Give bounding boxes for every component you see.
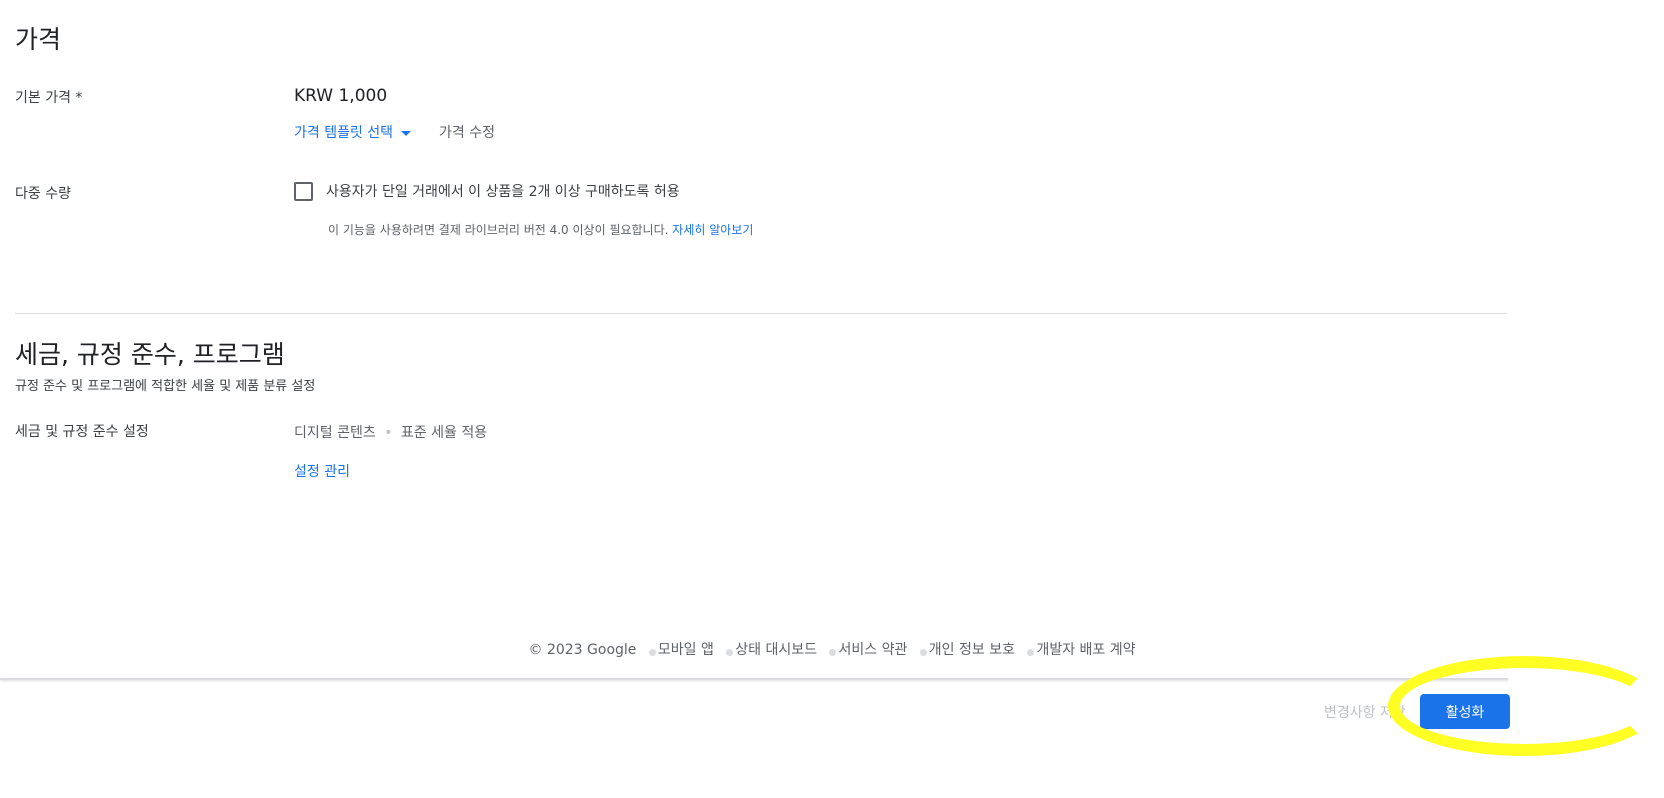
footer-copyright: © 2023 Google (528, 642, 637, 658)
pricing-section-title: 가격 (15, 25, 62, 54)
footer-separator-dot (1027, 649, 1035, 656)
manage-settings-link[interactable]: 설정 관리 (294, 461, 350, 481)
edit-price-button[interactable]: 가격 수정 (439, 122, 495, 142)
footer-link-mobile-app[interactable]: 모바일 앱 (658, 642, 714, 658)
footer-separator-dot (919, 649, 927, 656)
base-price-label: 기본 가격 * (15, 90, 83, 106)
base-price-value: KRW 1,000 (294, 86, 388, 106)
multi-quantity-label: 다중 수량 (15, 186, 71, 202)
price-template-select[interactable]: 가격 템플릿 선택 (294, 122, 412, 142)
footer: © 2023 Google 모바일 앱 상태 대시보드 서비스 약관 개인 정보… (0, 639, 1664, 659)
activate-button[interactable]: 활성화 (1420, 694, 1510, 729)
multi-quantity-checkbox-label: 사용자가 단일 거래에서 이 상품을 2개 이상 구매하도록 허용 (326, 184, 680, 200)
multi-quantity-note: 이 기능을 사용하려면 결제 라이브러리 버전 4.0 이상이 필요합니다. 자… (328, 221, 753, 238)
learn-more-link[interactable]: 자세히 알아보기 (672, 223, 753, 237)
tax-settings-label: 세금 및 규정 준수 설정 (15, 424, 149, 440)
footer-separator-dot (829, 649, 837, 656)
footer-separator-dot (726, 649, 734, 656)
tax-category-value: 디지털 콘텐츠 (294, 425, 376, 441)
footer-link-terms[interactable]: 서비스 약관 (838, 642, 907, 658)
footer-link-developer-agreement[interactable]: 개발자 배포 계약 (1036, 642, 1135, 658)
separator-dot: • (384, 425, 393, 441)
footer-link-privacy[interactable]: 개인 정보 보호 (929, 642, 1015, 658)
action-bar-divider (0, 678, 1508, 680)
tax-rate-value: 표준 세율 적용 (400, 425, 488, 441)
save-changes-button[interactable]: 변경사항 저장 (1318, 701, 1412, 723)
price-template-select-label: 가격 템플릿 선택 (294, 125, 394, 141)
footer-link-status-dashboard[interactable]: 상태 대시보드 (735, 642, 817, 658)
multi-quantity-note-text: 이 기능을 사용하려면 결제 라이브러리 버전 4.0 이상이 필요합니다. (328, 223, 669, 237)
chevron-down-icon (401, 130, 412, 136)
section-divider (15, 313, 1507, 314)
tax-settings-summary: 디지털 콘텐츠 • 표준 세율 적용 (294, 422, 487, 442)
footer-separator-dot (648, 649, 656, 656)
tax-section-title: 세금, 규정 준수, 프로그램 (15, 340, 285, 369)
tax-section-subtitle: 규정 준수 및 프로그램에 적합한 세율 및 제품 분류 설정 (15, 379, 316, 394)
multi-quantity-checkbox[interactable] (294, 182, 313, 201)
